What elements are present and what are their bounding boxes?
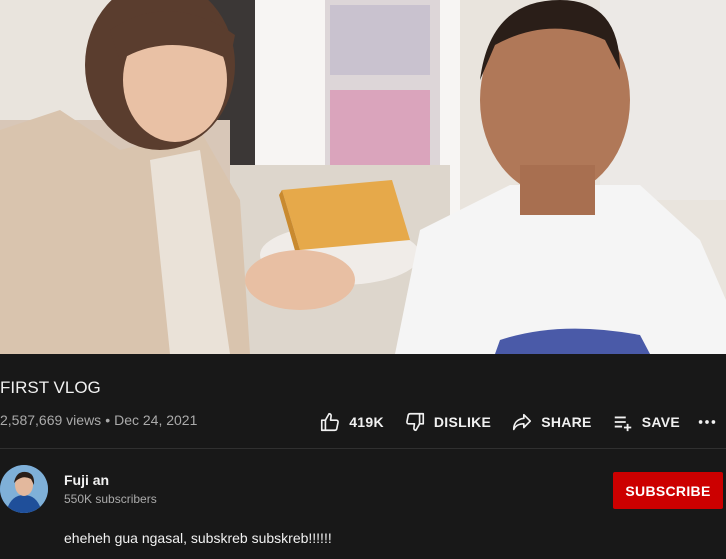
save-label: SAVE [641,414,680,430]
subscribe-button[interactable]: SUBSCRIBE [613,472,723,509]
video-title: FIRST VLOG [0,378,101,397]
channel-name[interactable]: Fuji an [64,472,109,488]
action-bar: 419K DISLIKE SHARE SAVE [309,404,726,440]
section-divider [0,448,726,449]
avatar-image [0,465,48,513]
video-description: eheheh gua ngasal, subskreb subskreb!!!!… [64,530,332,546]
view-count: 2,587,669 views [0,412,102,428]
channel-avatar[interactable] [0,465,48,513]
share-label: SHARE [541,414,592,430]
thumb-up-icon [321,412,340,432]
like-button[interactable]: 419K [309,404,394,440]
playlist-add-icon [614,416,631,432]
video-player[interactable] [0,0,726,354]
share-button[interactable]: SHARE [501,404,602,440]
dislike-button[interactable]: DISLIKE [394,404,501,440]
more-actions-button[interactable] [690,404,726,440]
dislike-label: DISLIKE [433,414,492,430]
subscriber-count: 550K subscribers [64,492,157,506]
publish-date: Dec 24, 2021 [114,412,198,428]
like-count: 419K [349,414,384,430]
video-meta: 2,587,669 views • Dec 24, 2021 [0,412,197,428]
share-icon [513,413,532,431]
meta-separator: • [105,412,111,428]
video-frame-image [0,0,726,354]
more-horizontal-icon [698,420,716,424]
save-button[interactable]: SAVE [602,404,690,440]
thumb-down-icon [405,412,424,432]
